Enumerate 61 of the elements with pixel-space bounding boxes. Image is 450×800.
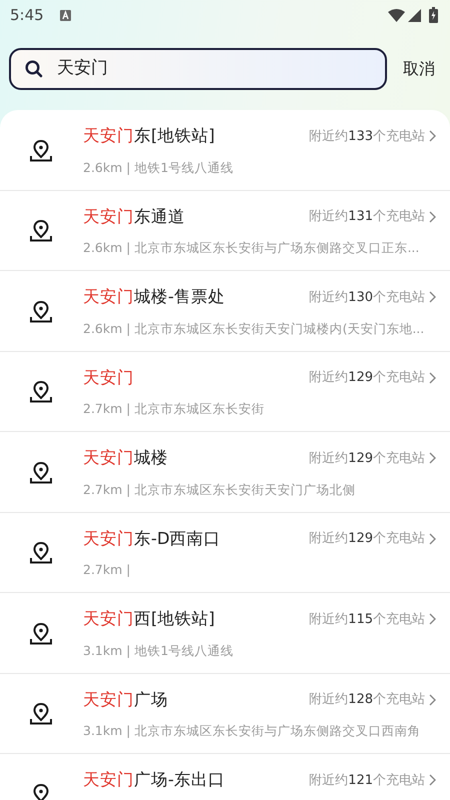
charger-count: 附近约129个充电站 — [309, 530, 425, 548]
result-row[interactable]: 天安门西[地铁站] 附近约115个充电站 3.1km | 地铁1号线八通线 — [0, 593, 450, 674]
chevron-right-icon — [429, 291, 436, 304]
place-name: 天安门广场-东出口 — [83, 769, 226, 791]
address-text: 2.6km | 地铁1号线八通线 — [83, 158, 234, 177]
result-row[interactable]: 天安门东-D西南口 附近约129个充电站 2.7km | — [0, 512, 450, 593]
chevron-right-icon — [429, 210, 436, 223]
place-name: 天安门 — [83, 366, 135, 388]
location-pin-icon — [30, 219, 52, 242]
wifi-icon — [388, 8, 405, 22]
status-time: 5:45 — [10, 4, 44, 26]
address-text: 3.1km | 地铁1号线八通线 — [83, 642, 234, 660]
search-input[interactable]: 天安门 — [57, 56, 371, 82]
chevron-right-icon — [429, 774, 436, 786]
result-row[interactable]: 天安门东[地铁站] 附近约133个充电站 2.6km | 地铁1号线八通线 — [0, 110, 450, 190]
charger-count: 附近约133个充电站 — [309, 128, 425, 146]
address-text: 2.6km | 北京市东城区东长安街天安门城楼内(天安门东地... — [83, 320, 426, 338]
search-field[interactable]: 天安门 — [9, 48, 387, 90]
result-row[interactable]: 天安门广场 附近约128个充电站 3.1km | 北京市东城区东长安街与广场东侧路交叉口西南角 — [0, 674, 450, 754]
charger-count: 附近约129个充电站 — [309, 369, 425, 388]
chevron-right-icon — [429, 532, 436, 545]
charger-count: 附近约131个充电站 — [309, 208, 425, 226]
place-name: 天安门东-D西南口 — [83, 528, 222, 550]
location-pin-icon — [30, 622, 52, 645]
result-row[interactable]: 天安门东通道 附近约131个充电站 2.6km | 北京市东城区东长安街与广场东侧路交叉口正东... — [0, 190, 450, 271]
location-pin-icon — [30, 380, 52, 404]
location-pin-icon — [30, 702, 52, 726]
result-row[interactable]: 天安门 附近约129个充电站 2.7km | 北京市东城区东长安街 — [0, 352, 450, 432]
result-row[interactable]: 天安门城楼 附近约129个充电站 2.7km | 北京市东城区东长安街天安门广场北侧 — [0, 432, 450, 512]
chevron-right-icon — [429, 372, 436, 384]
location-pin-icon — [30, 460, 52, 484]
charger-count: 附近约129个充电站 — [309, 450, 425, 468]
location-pin-icon — [30, 138, 52, 162]
location-pin-icon — [30, 541, 52, 564]
address-text: 3.1km | 北京市东城区东长安街与广场东侧路交叉口西南角 — [83, 722, 422, 740]
place-name: 天安门城楼-售票处 — [83, 286, 226, 308]
battery-charging-icon — [429, 7, 438, 23]
chevron-right-icon — [429, 694, 436, 706]
place-name: 天安门西[地铁站] — [83, 608, 216, 630]
place-name: 天安门广场 — [83, 688, 169, 710]
charger-count: 附近约130个充电站 — [309, 288, 425, 307]
chevron-right-icon — [429, 613, 436, 626]
signal-icon — [408, 8, 421, 22]
place-name: 天安门东通道 — [83, 206, 186, 228]
result-row[interactable]: 天安门城楼-售票处 附近约130个充电站 2.6km | 北京市东城区东长安街天安门城楼内(天安门东地... — [0, 271, 450, 352]
place-name: 天安门东[地铁站] — [83, 125, 216, 147]
cancel-button[interactable]: 取消 — [387, 57, 450, 81]
chevron-right-icon — [429, 452, 436, 464]
address-text: 2.7km | 北京市东城区东长安街 — [83, 400, 266, 418]
charger-count: 附近约128个充电站 — [309, 691, 425, 710]
place-name: 天安门城楼 — [83, 447, 169, 469]
location-pin-icon — [30, 300, 52, 323]
address-text: 2.6km | 北京市东城区东长安街与广场东侧路交叉口正东... — [83, 239, 420, 258]
chevron-right-icon — [429, 130, 436, 142]
address-text: 2.7km | 北京市东城区东长安街天安门广场北侧 — [83, 480, 356, 499]
charger-count: 附近约115个充电站 — [309, 610, 425, 629]
search-icon — [25, 60, 43, 78]
address-text: 2.7km | — [83, 561, 132, 580]
keyboard-indicator-icon — [60, 10, 71, 20]
result-row[interactable]: 天安门广场-东出口 附近约121个充电站 — [0, 754, 450, 800]
charger-count: 附近约121个充电站 — [309, 772, 425, 790]
